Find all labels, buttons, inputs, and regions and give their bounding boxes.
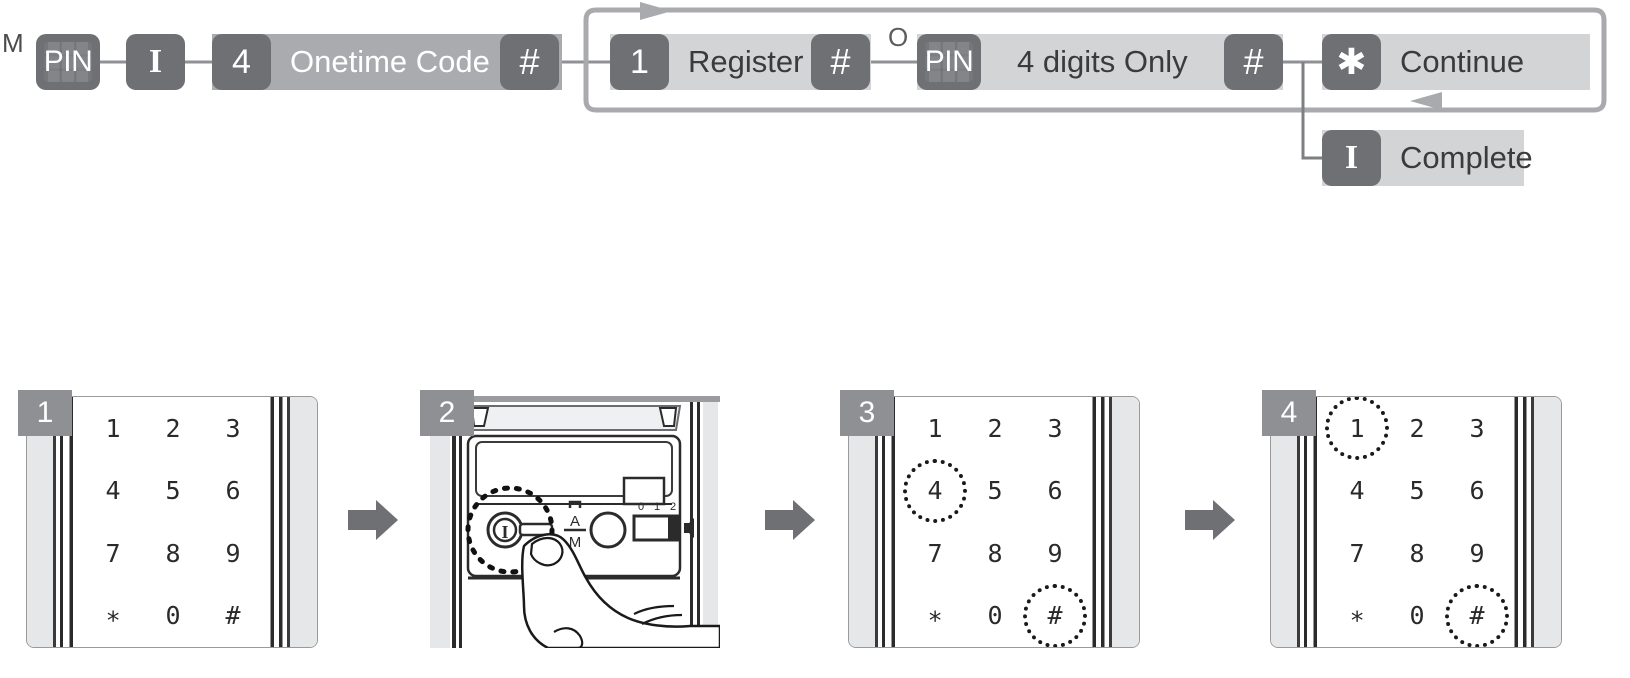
keypad-key[interactable]: 3 — [203, 397, 263, 460]
mode-marker-label: M — [2, 28, 24, 58]
keypad-right-edge-3 — [1085, 397, 1139, 647]
step-panel-2: I A M 0 1 2 2 — [420, 390, 720, 650]
continue-label: Continue — [1400, 44, 1525, 79]
step-number-badge-4: 4 — [1262, 390, 1316, 436]
keypad-key[interactable]: 7 — [1327, 522, 1387, 585]
keypad-key[interactable]: 7 — [905, 522, 965, 585]
register-label: Register — [688, 44, 804, 79]
pin-key-label-2: PIN — [924, 45, 974, 78]
keypad-key-highlighted[interactable]: 4 — [905, 460, 965, 523]
keypad-key[interactable]: 1 — [905, 397, 965, 460]
pin-key-icon[interactable]: PIN — [36, 34, 100, 90]
zero-o-marker: O — [888, 22, 909, 52]
step-panel-1: 1 2 3 4 5 6 7 8 9 ∗ 0 # 1 — [18, 390, 318, 650]
digit-4-key-icon[interactable]: 4 — [212, 34, 271, 90]
step-arrow-3-to-4 — [1185, 500, 1235, 540]
onetime-code-label: Onetime Code — [290, 44, 490, 79]
step-number-badge-2: 2 — [420, 390, 474, 436]
keypad-key[interactable]: 5 — [143, 460, 203, 523]
hash-key-label-1: # — [519, 41, 540, 82]
keypad-key[interactable]: 9 — [1447, 522, 1507, 585]
digit-4-key-label: 4 — [232, 42, 251, 81]
keypad-key[interactable]: 7 — [83, 522, 143, 585]
step-illustrations: 1 2 3 4 5 6 7 8 9 ∗ 0 # 1 I A M 0 1 2 2 … — [0, 380, 1630, 670]
keypad-key-highlighted[interactable]: 1 — [1327, 397, 1387, 460]
i-key-icon-2[interactable]: I — [1322, 130, 1381, 186]
keypad-right-edge-1 — [263, 397, 317, 647]
keypad-keys-4: 1 2 3 4 5 6 7 8 9 ∗ 0 # — [1327, 397, 1507, 647]
keypad-key[interactable]: ∗ — [905, 585, 965, 648]
i-key-label-2: I — [1344, 139, 1359, 176]
pin-key-icon-2[interactable]: PIN — [917, 34, 981, 90]
pin-key-label: PIN — [43, 45, 93, 78]
i-key-label: I — [148, 43, 163, 80]
keypad-keys-3: 1 2 3 4 5 6 7 8 9 ∗ 0 # — [905, 397, 1085, 647]
complete-label: Complete — [1400, 140, 1533, 175]
svg-text:0: 0 — [638, 501, 644, 513]
keypad-key[interactable]: 0 — [965, 585, 1025, 648]
keypad-key[interactable]: 5 — [965, 460, 1025, 523]
keypad-key[interactable]: 5 — [1387, 460, 1447, 523]
keypad-key[interactable]: 2 — [1387, 397, 1447, 460]
keypad-key[interactable]: 2 — [965, 397, 1025, 460]
step-arrow-2-to-3 — [765, 500, 815, 540]
step-number-badge-3: 3 — [840, 390, 894, 436]
hash-key-label-3: # — [1243, 41, 1264, 82]
keypad-right-edge-4 — [1507, 397, 1561, 647]
i-key-icon[interactable]: I — [126, 34, 185, 90]
svg-text:A: A — [570, 513, 580, 530]
star-key-icon[interactable]: ✱ — [1322, 34, 1381, 90]
keypad-key[interactable]: 3 — [1025, 397, 1085, 460]
keypad-key[interactable]: 6 — [1447, 460, 1507, 523]
four-digits-only-label: 4 digits Only — [1017, 44, 1188, 79]
keypad-key[interactable]: 9 — [203, 522, 263, 585]
hash-key-icon-2[interactable]: # — [811, 34, 870, 90]
keypad-key[interactable]: 8 — [965, 522, 1025, 585]
flow-diagram: M Onetime Code PIN I 4 # Register 4 digi… — [0, 0, 1630, 200]
hash-key-icon-1[interactable]: # — [500, 34, 559, 90]
digit-1-key-icon[interactable]: 1 — [610, 34, 669, 90]
star-key-label: ✱ — [1336, 41, 1367, 82]
keypad-key[interactable]: 1 — [83, 397, 143, 460]
keypad-key-highlighted[interactable]: # — [1447, 585, 1507, 648]
hash-key-label-2: # — [830, 41, 851, 82]
svg-text:1: 1 — [654, 501, 660, 513]
hash-key-icon-3[interactable]: # — [1224, 34, 1283, 90]
keypad-key[interactable]: # — [203, 585, 263, 648]
step-arrow-1-to-2 — [348, 500, 398, 540]
keypad-key[interactable]: ∗ — [83, 585, 143, 648]
step-panel-4: 1 2 3 4 5 6 7 8 9 ∗ 0 # 4 — [1262, 390, 1562, 650]
keypad-key[interactable]: 6 — [1025, 460, 1085, 523]
keypad-key[interactable]: 8 — [143, 522, 203, 585]
digit-1-key-label: 1 — [630, 42, 649, 81]
keypad-key[interactable]: 0 — [143, 585, 203, 648]
keypad-key[interactable]: 4 — [83, 460, 143, 523]
svg-text:2: 2 — [670, 501, 676, 513]
keypad-key[interactable]: 4 — [1327, 460, 1387, 523]
keypad-key[interactable]: 9 — [1025, 522, 1085, 585]
keypad-key[interactable]: 6 — [203, 460, 263, 523]
step-number-badge-1: 1 — [18, 390, 72, 436]
keypad-key[interactable]: 0 — [1387, 585, 1447, 648]
keypad-key[interactable]: ∗ — [1327, 585, 1387, 648]
keypad-key[interactable]: 3 — [1447, 397, 1507, 460]
svg-text:I: I — [501, 522, 508, 542]
step-panel-3: 1 2 3 4 5 6 7 8 9 ∗ 0 # 3 — [840, 390, 1140, 650]
keypad-key[interactable]: 8 — [1387, 522, 1447, 585]
keypad-keys-1: 1 2 3 4 5 6 7 8 9 ∗ 0 # — [83, 397, 263, 647]
keypad-key-highlighted[interactable]: # — [1025, 585, 1085, 648]
keypad-key[interactable]: 2 — [143, 397, 203, 460]
